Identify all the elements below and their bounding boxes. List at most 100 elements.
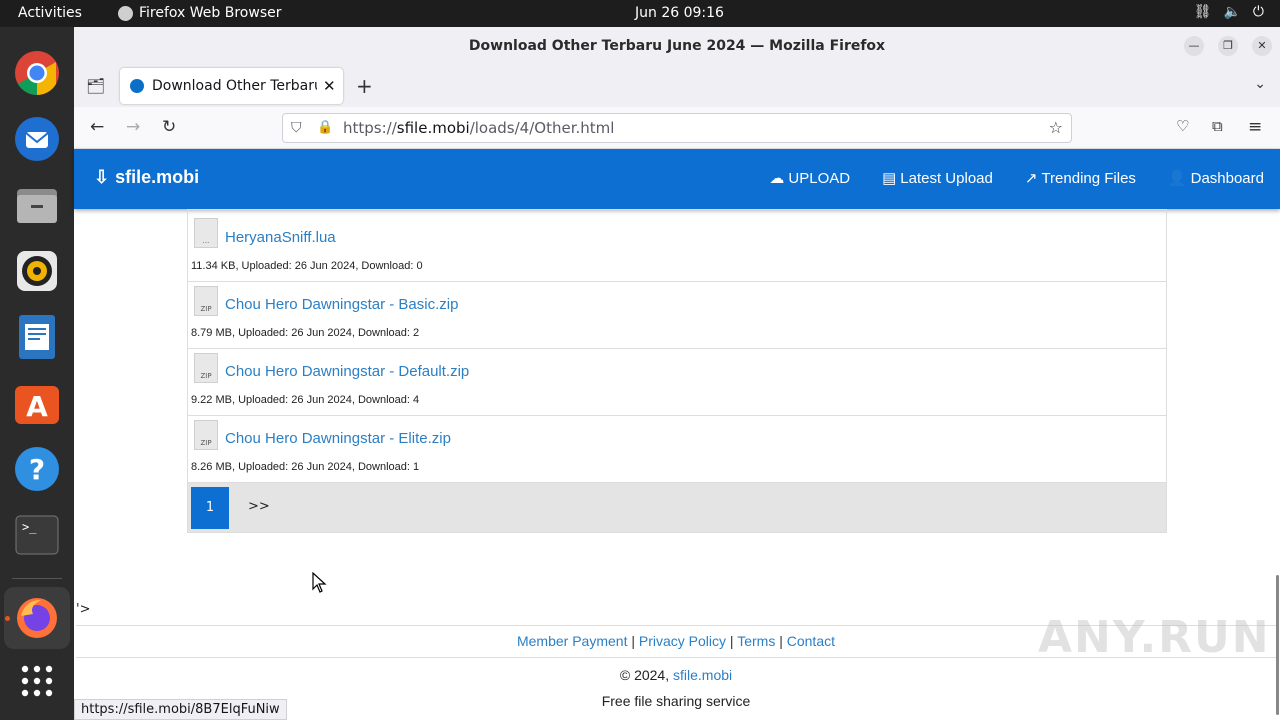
site-logo[interactable]: ⇩ sfile.mobi xyxy=(94,167,199,188)
url-prefix: https:// xyxy=(343,119,397,137)
nav-trending[interactable]: ↗ Trending Files xyxy=(1025,169,1136,187)
activities-button[interactable]: Activities xyxy=(18,5,82,21)
zip-file-icon: ZIP xyxy=(194,420,218,450)
status-url: https://sfile.mobi/8B7ElqFuNiw xyxy=(74,699,287,720)
forward-button[interactable]: → xyxy=(126,117,140,137)
url-bar[interactable]: ⛉ 🔒 https://sfile.mobi/loads/4/Other.htm… xyxy=(282,113,1072,143)
window-titlebar: Download Other Terbaru June 2024 — Mozil… xyxy=(74,27,1280,65)
page-scrollbar[interactable] xyxy=(1276,575,1279,715)
copyright-text: © 2024, xyxy=(619,667,670,683)
tab-active[interactable]: Download Other Terbaru June 2024 ✕ xyxy=(120,68,343,104)
tab-bar: 🗂 Download Other Terbaru June 2024 ✕ + ⌄ xyxy=(74,65,1280,107)
tab-title: Download Other Terbaru June 2024 xyxy=(152,78,317,94)
minimize-button[interactable]: — xyxy=(1184,36,1204,56)
file-meta: 11.34 KB, Uploaded: 26 Jun 2024, Downloa… xyxy=(191,260,423,272)
cloud-upload-icon: ☁ xyxy=(769,170,785,187)
app-center-icon[interactable]: A xyxy=(13,379,61,427)
extensions-icon[interactable]: ⧉ xyxy=(1212,117,1223,135)
stray-text: '> xyxy=(76,602,91,617)
file-icon: ... xyxy=(194,218,218,248)
chrome-icon[interactable] xyxy=(13,49,61,97)
list-tabs-chevron-icon[interactable]: ⌄ xyxy=(1254,76,1266,92)
firefox-icon[interactable] xyxy=(13,594,61,642)
close-tab-icon[interactable]: ✕ xyxy=(323,77,336,95)
file-type-tag: ... xyxy=(202,237,210,245)
zip-file-icon: ZIP xyxy=(194,353,218,383)
terms-link[interactable]: Terms xyxy=(737,633,775,649)
close-window-button[interactable]: ✕ xyxy=(1252,36,1272,56)
svg-text:>_: >_ xyxy=(22,520,37,534)
copyright: © 2024, sfile.mobi xyxy=(76,667,1276,683)
svg-text:A: A xyxy=(26,390,48,423)
anyrun-watermark: ANY.RUN xyxy=(1038,612,1271,663)
new-tab-button[interactable]: + xyxy=(356,74,373,98)
pagination: 1 >> xyxy=(188,482,1166,532)
svg-text:?: ? xyxy=(29,453,45,486)
nav-upload[interactable]: ☁ UPLOAD xyxy=(769,169,850,187)
file-type-tag: ZIP xyxy=(200,372,212,380)
nav-dashboard[interactable]: 👤 Dashboard xyxy=(1168,169,1264,187)
pocket-icon[interactable]: ♡ xyxy=(1176,117,1189,135)
dock-separator xyxy=(12,578,62,579)
footer-sep: | xyxy=(631,633,635,649)
url-host: sfile.mobi xyxy=(396,119,470,137)
network-icon: ⛓ xyxy=(1193,4,1212,20)
firefox-view-icon[interactable]: 🗂 xyxy=(86,77,105,95)
url-path: /loads/4/Other.html xyxy=(469,119,615,137)
file-type-tag: ZIP xyxy=(200,305,212,313)
nav-dashboard-label: Dashboard xyxy=(1190,170,1264,187)
app-menu[interactable]: Firefox Web Browser xyxy=(118,5,282,21)
newspaper-icon: ▤ xyxy=(882,170,897,187)
list-item: ZIP Chou Hero Dawningstar - Basic.zip 8.… xyxy=(188,281,1166,348)
maximize-button[interactable]: ❐ xyxy=(1218,36,1238,56)
file-meta: 8.26 MB, Uploaded: 26 Jun 2024, Download… xyxy=(191,461,420,473)
file-link[interactable]: HeryanaSniff.lua xyxy=(225,229,336,246)
terminal-icon[interactable]: >_ xyxy=(13,511,61,559)
chart-line-icon: ↗ xyxy=(1024,170,1038,187)
list-item: ZIP Chou Hero Dawningstar - Elite.zip 8.… xyxy=(188,415,1166,482)
app-menu-icon[interactable]: ≡ xyxy=(1248,117,1262,137)
footer-sep: | xyxy=(779,633,783,649)
user-icon: 👤 xyxy=(1167,170,1187,187)
files-icon[interactable] xyxy=(13,181,61,229)
list-item: ... HeryanaSniff.lua 11.34 KB, Uploaded:… xyxy=(188,209,1166,281)
bookmark-star-icon[interactable]: ☆ xyxy=(1049,114,1063,142)
file-list: ... HeryanaSniff.lua 11.34 KB, Uploaded:… xyxy=(187,209,1167,533)
rhythmbox-icon[interactable] xyxy=(13,247,61,295)
nav-trending-label: Trending Files xyxy=(1041,170,1136,187)
footer-sep: | xyxy=(729,633,734,649)
file-type-tag: ZIP xyxy=(200,439,212,447)
contact-link[interactable]: Contact xyxy=(787,633,835,649)
site-nav: ☁ UPLOAD ▤ Latest Upload ↗ Trending Files 👤… xyxy=(769,169,1264,187)
reload-button[interactable]: ↻ xyxy=(162,117,176,137)
navigation-toolbar: ← → ↻ ⛉ 🔒 https://sfile.mobi/loads/4/Oth… xyxy=(74,107,1280,149)
page-1-button[interactable]: 1 xyxy=(191,487,229,529)
volume-icon: 🔈 xyxy=(1223,4,1241,20)
privacy-policy-link[interactable]: Privacy Policy xyxy=(639,633,726,649)
file-meta: 9.22 MB, Uploaded: 26 Jun 2024, Download… xyxy=(191,394,420,406)
system-top-bar: Activities Firefox Web Browser Jun 26 09… xyxy=(0,0,1280,27)
running-indicator xyxy=(5,616,10,621)
file-link[interactable]: Chou Hero Dawningstar - Elite.zip xyxy=(225,430,451,447)
help-icon[interactable]: ? xyxy=(13,445,61,493)
copyright-link[interactable]: sfile.mobi xyxy=(673,667,732,683)
site-header: ⇩ sfile.mobi ☁ UPLOAD ▤ Latest Upload ↗ Tre… xyxy=(74,149,1280,209)
app-grid-icon[interactable] xyxy=(13,657,61,705)
file-link[interactable]: Chou Hero Dawningstar - Default.zip xyxy=(225,363,469,380)
back-button[interactable]: ← xyxy=(90,117,104,137)
member-payment-link[interactable]: Member Payment xyxy=(517,633,627,649)
writer-icon[interactable] xyxy=(13,313,61,361)
shield-icon[interactable]: ⛉ xyxy=(291,114,302,142)
nav-latest-label: Latest Upload xyxy=(900,170,993,187)
thunderbird-icon[interactable] xyxy=(13,115,61,163)
file-link[interactable]: Chou Hero Dawningstar - Basic.zip xyxy=(225,296,458,313)
system-tray[interactable]: ⛓ 🔈 ⏻ xyxy=(1194,4,1264,20)
nav-upload-label: UPLOAD xyxy=(788,170,851,187)
clock[interactable]: Jun 26 09:16 xyxy=(635,5,724,21)
nav-latest-upload[interactable]: ▤ Latest Upload xyxy=(882,169,993,187)
download-logo-icon: ⇩ xyxy=(94,167,110,187)
zip-file-icon: ZIP xyxy=(194,286,218,316)
lock-icon[interactable]: 🔒 xyxy=(317,114,333,142)
dock: A ? >_ xyxy=(0,27,74,720)
next-page-button[interactable]: >> xyxy=(248,499,270,514)
